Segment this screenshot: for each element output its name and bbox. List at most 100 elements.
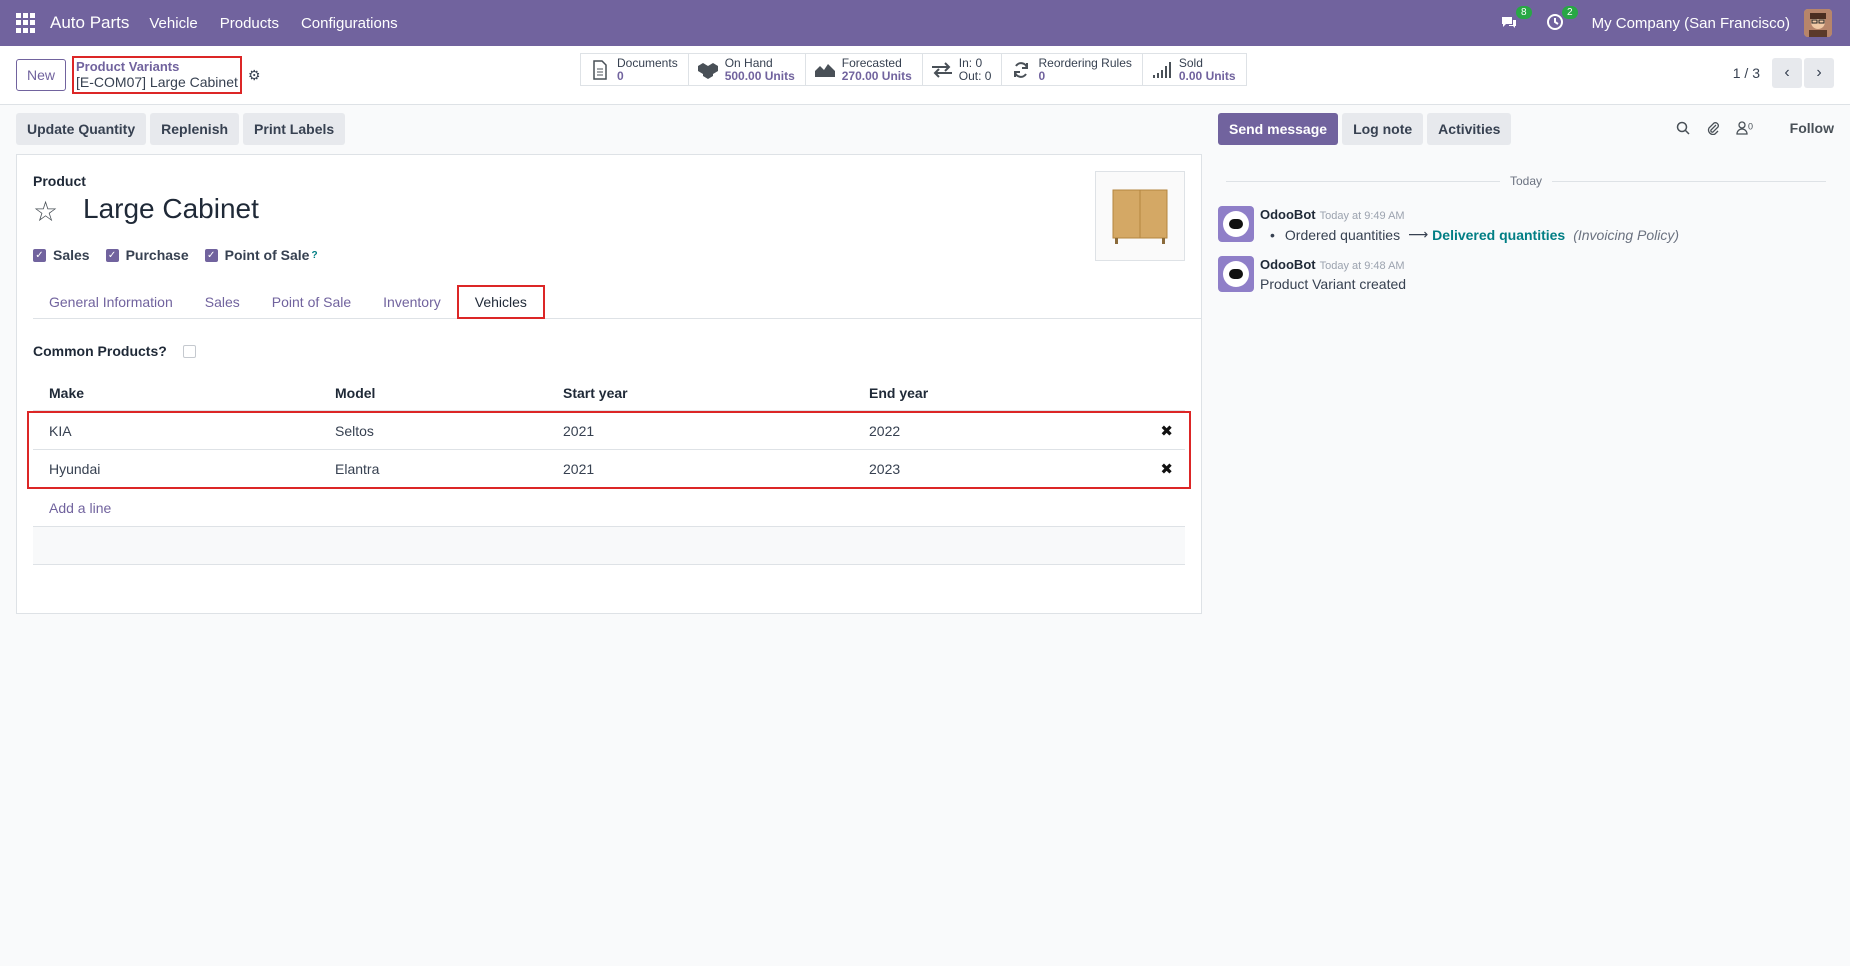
form-sheet: Product ☆ Large Cabinet ✓ Sales ✓ Purchase… <box>16 154 1202 614</box>
notebook-tabs: General Information Sales Point of Sale … <box>33 285 1201 319</box>
followers-count: 0 <box>1748 121 1754 132</box>
apps-grid-icon[interactable] <box>16 13 36 33</box>
breadcrumb: Product Variants [E-COM07] Large Cabinet <box>72 56 242 94</box>
cell-start-year[interactable]: 2021 <box>563 461 869 477</box>
company-switcher[interactable]: My Company (San Francisco) <box>1592 15 1790 32</box>
followers-icon[interactable]: 0 <box>1736 121 1753 138</box>
purchase-checkbox[interactable]: ✓ Purchase <box>105 247 189 263</box>
cell-end-year[interactable]: 2022 <box>869 423 1129 439</box>
delete-row-icon[interactable]: ✖ <box>1129 460 1185 478</box>
pager-value[interactable]: 1 / 3 <box>1733 65 1760 81</box>
documents-value: 0 <box>617 68 624 83</box>
breadcrumb-current: [E-COM07] Large Cabinet <box>76 74 238 90</box>
on-hand-label: On Hand <box>724 55 773 70</box>
sales-checkbox[interactable]: ✓ Sales <box>33 247 90 263</box>
sold-smart-button[interactable]: Sold 0.00 Units <box>1143 54 1246 85</box>
delete-row-icon[interactable]: ✖ <box>1129 422 1185 440</box>
app-brand[interactable]: Auto Parts <box>50 13 129 33</box>
table-row[interactable]: KIA Seltos 2021 2022 ✖ <box>33 413 1185 450</box>
header-end-year[interactable]: End year <box>869 385 1129 401</box>
message-body: Product Variant created <box>1260 276 1407 292</box>
send-message-button[interactable]: Send message <box>1218 113 1339 145</box>
activities-button[interactable]: Activities <box>1427 113 1512 145</box>
smart-buttons: Documents 0 On Hand 500.00 Units Forecaste… <box>580 53 1247 86</box>
purchase-checkbox-label: Purchase <box>125 247 189 263</box>
tracking-value: • Ordered quantities ⟶ Delivered quantit… <box>1270 226 1680 243</box>
on-hand-value: 500.00 Units <box>724 68 795 83</box>
forecasted-value: 270.00 Units <box>841 68 912 83</box>
check-icon: ✓ <box>33 248 46 262</box>
update-quantity-button[interactable]: Update Quantity <box>16 113 147 145</box>
header-start-year[interactable]: Start year <box>563 385 869 401</box>
date-separator: Today <box>1226 174 1826 188</box>
gear-icon[interactable]: ⚙ <box>248 67 261 84</box>
cell-start-year[interactable]: 2021 <box>563 423 869 439</box>
tab-point-of-sale[interactable]: Point of Sale <box>256 285 367 319</box>
common-products-checkbox[interactable] <box>182 344 196 358</box>
documents-smart-button[interactable]: Documents 0 <box>581 54 689 85</box>
messages-button[interactable]: 8 <box>1500 6 1532 33</box>
paperclip-icon[interactable] <box>1706 121 1720 138</box>
sold-label: Sold <box>1178 55 1203 70</box>
on-hand-smart-button[interactable]: On Hand 500.00 Units <box>689 54 806 85</box>
replenish-button[interactable]: Replenish <box>150 113 240 145</box>
pager-previous-button[interactable]: ‹ <box>1772 58 1802 88</box>
forecasted-label: Forecasted <box>841 55 902 70</box>
cell-model[interactable]: Elantra <box>335 461 563 477</box>
breadcrumb-parent[interactable]: Product Variants <box>76 60 238 74</box>
message-time: Today at 9:48 AM <box>1319 260 1405 272</box>
messages-badge: 8 <box>1516 6 1532 19</box>
user-face-icon <box>1804 9 1832 37</box>
top-navbar: Auto Parts Vehicle Products Configuratio… <box>0 0 1850 46</box>
menu-configurations[interactable]: Configurations <box>301 15 398 32</box>
message-author[interactable]: OdooBot <box>1260 257 1316 272</box>
form-action-bar: Update Quantity Replenish Print Labels <box>16 113 349 145</box>
cell-make[interactable]: KIA <box>33 423 335 439</box>
odoobot-avatar[interactable] <box>1218 206 1254 242</box>
check-icon: ✓ <box>204 248 218 262</box>
out-label: Out: 0 <box>958 68 992 83</box>
product-flags: ✓ Sales ✓ Purchase ✓ Point of Sale? <box>33 247 334 263</box>
tab-vehicles[interactable]: Vehicles <box>456 285 545 319</box>
pager: 1 / 3 ‹ › <box>1733 58 1834 88</box>
in-out-smart-button[interactable]: In: 0 Out: 0 <box>923 54 1003 85</box>
header-model[interactable]: Model <box>335 385 563 401</box>
print-labels-button[interactable]: Print Labels <box>243 113 346 145</box>
message-author[interactable]: OdooBot <box>1260 207 1316 222</box>
forecasted-smart-button[interactable]: Forecasted 270.00 Units <box>806 54 923 85</box>
menu-vehicle[interactable]: Vehicle <box>149 15 197 32</box>
cell-end-year[interactable]: 2023 <box>869 461 1129 477</box>
common-products-label: Common Products? <box>33 343 167 359</box>
help-tooltip-icon[interactable]: ? <box>311 250 317 261</box>
reordering-rules-value: 0 <box>1038 68 1046 83</box>
new-button[interactable]: New <box>16 59 67 91</box>
follow-button[interactable]: Follow <box>1790 120 1834 136</box>
control-panel: New Product Variants [E-COM07] Large Cab… <box>0 46 1850 105</box>
tab-inventory[interactable]: Inventory <box>367 285 457 319</box>
arrow-right-icon: ⟶ <box>1408 226 1429 242</box>
user-avatar[interactable] <box>1804 9 1832 37</box>
cell-make[interactable]: Hyundai <box>33 461 335 477</box>
add-line-link[interactable]: Add a line <box>33 489 1185 527</box>
header-make[interactable]: Make <box>33 385 335 401</box>
search-icon[interactable] <box>1676 121 1690 138</box>
tab-sales[interactable]: Sales <box>189 285 256 319</box>
tracking-new-value: Delivered quantities <box>1432 226 1566 243</box>
odoobot-avatar[interactable] <box>1218 256 1254 292</box>
cubes-icon <box>697 59 719 81</box>
product-image[interactable] <box>1095 171 1185 261</box>
area-chart-icon <box>814 59 836 81</box>
pos-checkbox[interactable]: ✓ Point of Sale? <box>204 247 318 263</box>
tab-general-information[interactable]: General Information <box>33 285 189 319</box>
highlighted-rows: KIA Seltos 2021 2022 ✖ Hyundai Elantra 2… <box>27 411 1191 489</box>
log-note-button[interactable]: Log note <box>1342 113 1424 145</box>
activities-button[interactable]: 2 <box>1546 6 1578 33</box>
pager-next-button[interactable]: › <box>1804 58 1834 88</box>
star-icon[interactable]: ☆ <box>33 195 58 228</box>
reordering-rules-smart-button[interactable]: Reordering Rules 0 <box>1002 54 1143 85</box>
table-row[interactable]: Hyundai Elantra 2021 2023 ✖ <box>33 450 1185 487</box>
menu-products[interactable]: Products <box>220 15 279 32</box>
cell-model[interactable]: Seltos <box>335 423 563 439</box>
product-name-field[interactable]: Large Cabinet <box>83 193 259 225</box>
check-icon: ✓ <box>105 248 119 262</box>
